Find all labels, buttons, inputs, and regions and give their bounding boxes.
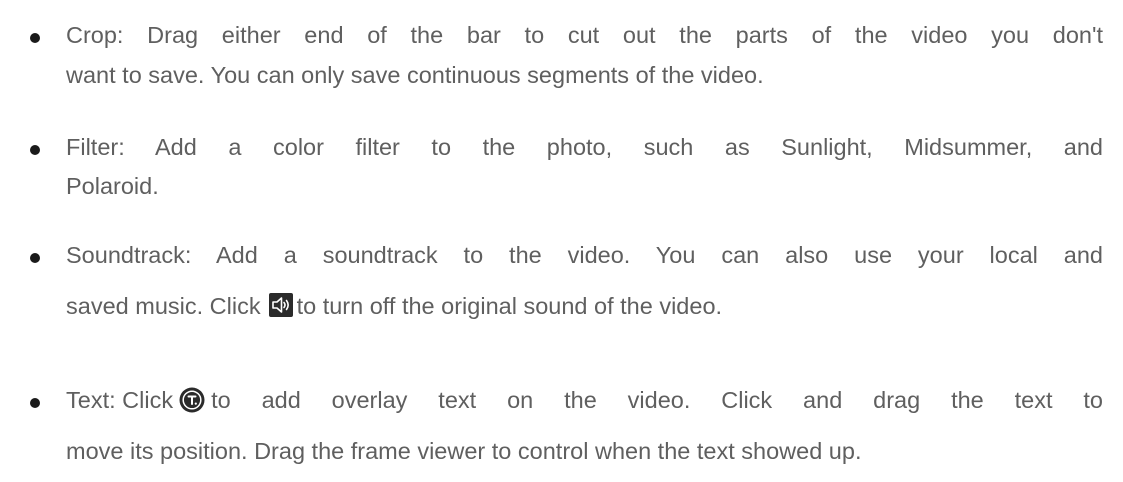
bullet-dot [30, 33, 40, 43]
bullet-dot [30, 145, 40, 155]
document-page: Crop: Drag either end of the bar to cut … [0, 0, 1123, 482]
soundtrack-line-2-end: to turn off the original sound of the vi… [296, 293, 723, 319]
filter-line-2: Polaroid. [66, 173, 159, 199]
text-line-1-start: Text: Click [66, 387, 174, 413]
text-line-1: Text: Click to add overlay text on the v… [66, 385, 1103, 415]
soundtrack-line-1: Soundtrack: Add a soundtrack to the vide… [66, 242, 1103, 268]
soundtrack-line-2-start: saved music. Click [66, 293, 261, 319]
filter-line-1: Filter: Add a color filter to the photo,… [66, 134, 1103, 160]
text-overlay-icon [179, 387, 205, 413]
crop-line-2: want to save. You can only save continuo… [66, 62, 764, 88]
text-line-1-end: to add overlay text on the video. Click … [211, 387, 1103, 413]
speaker-icon [268, 293, 293, 317]
bullet-dot [30, 253, 40, 263]
crop-line-1: Crop: Drag either end of the bar to cut … [66, 22, 1103, 48]
text-line-2: move its position. Drag the frame viewer… [66, 438, 862, 464]
soundtrack-line-2: saved music. Click to turn off the origi… [66, 291, 722, 321]
bullet-dot [30, 398, 40, 408]
